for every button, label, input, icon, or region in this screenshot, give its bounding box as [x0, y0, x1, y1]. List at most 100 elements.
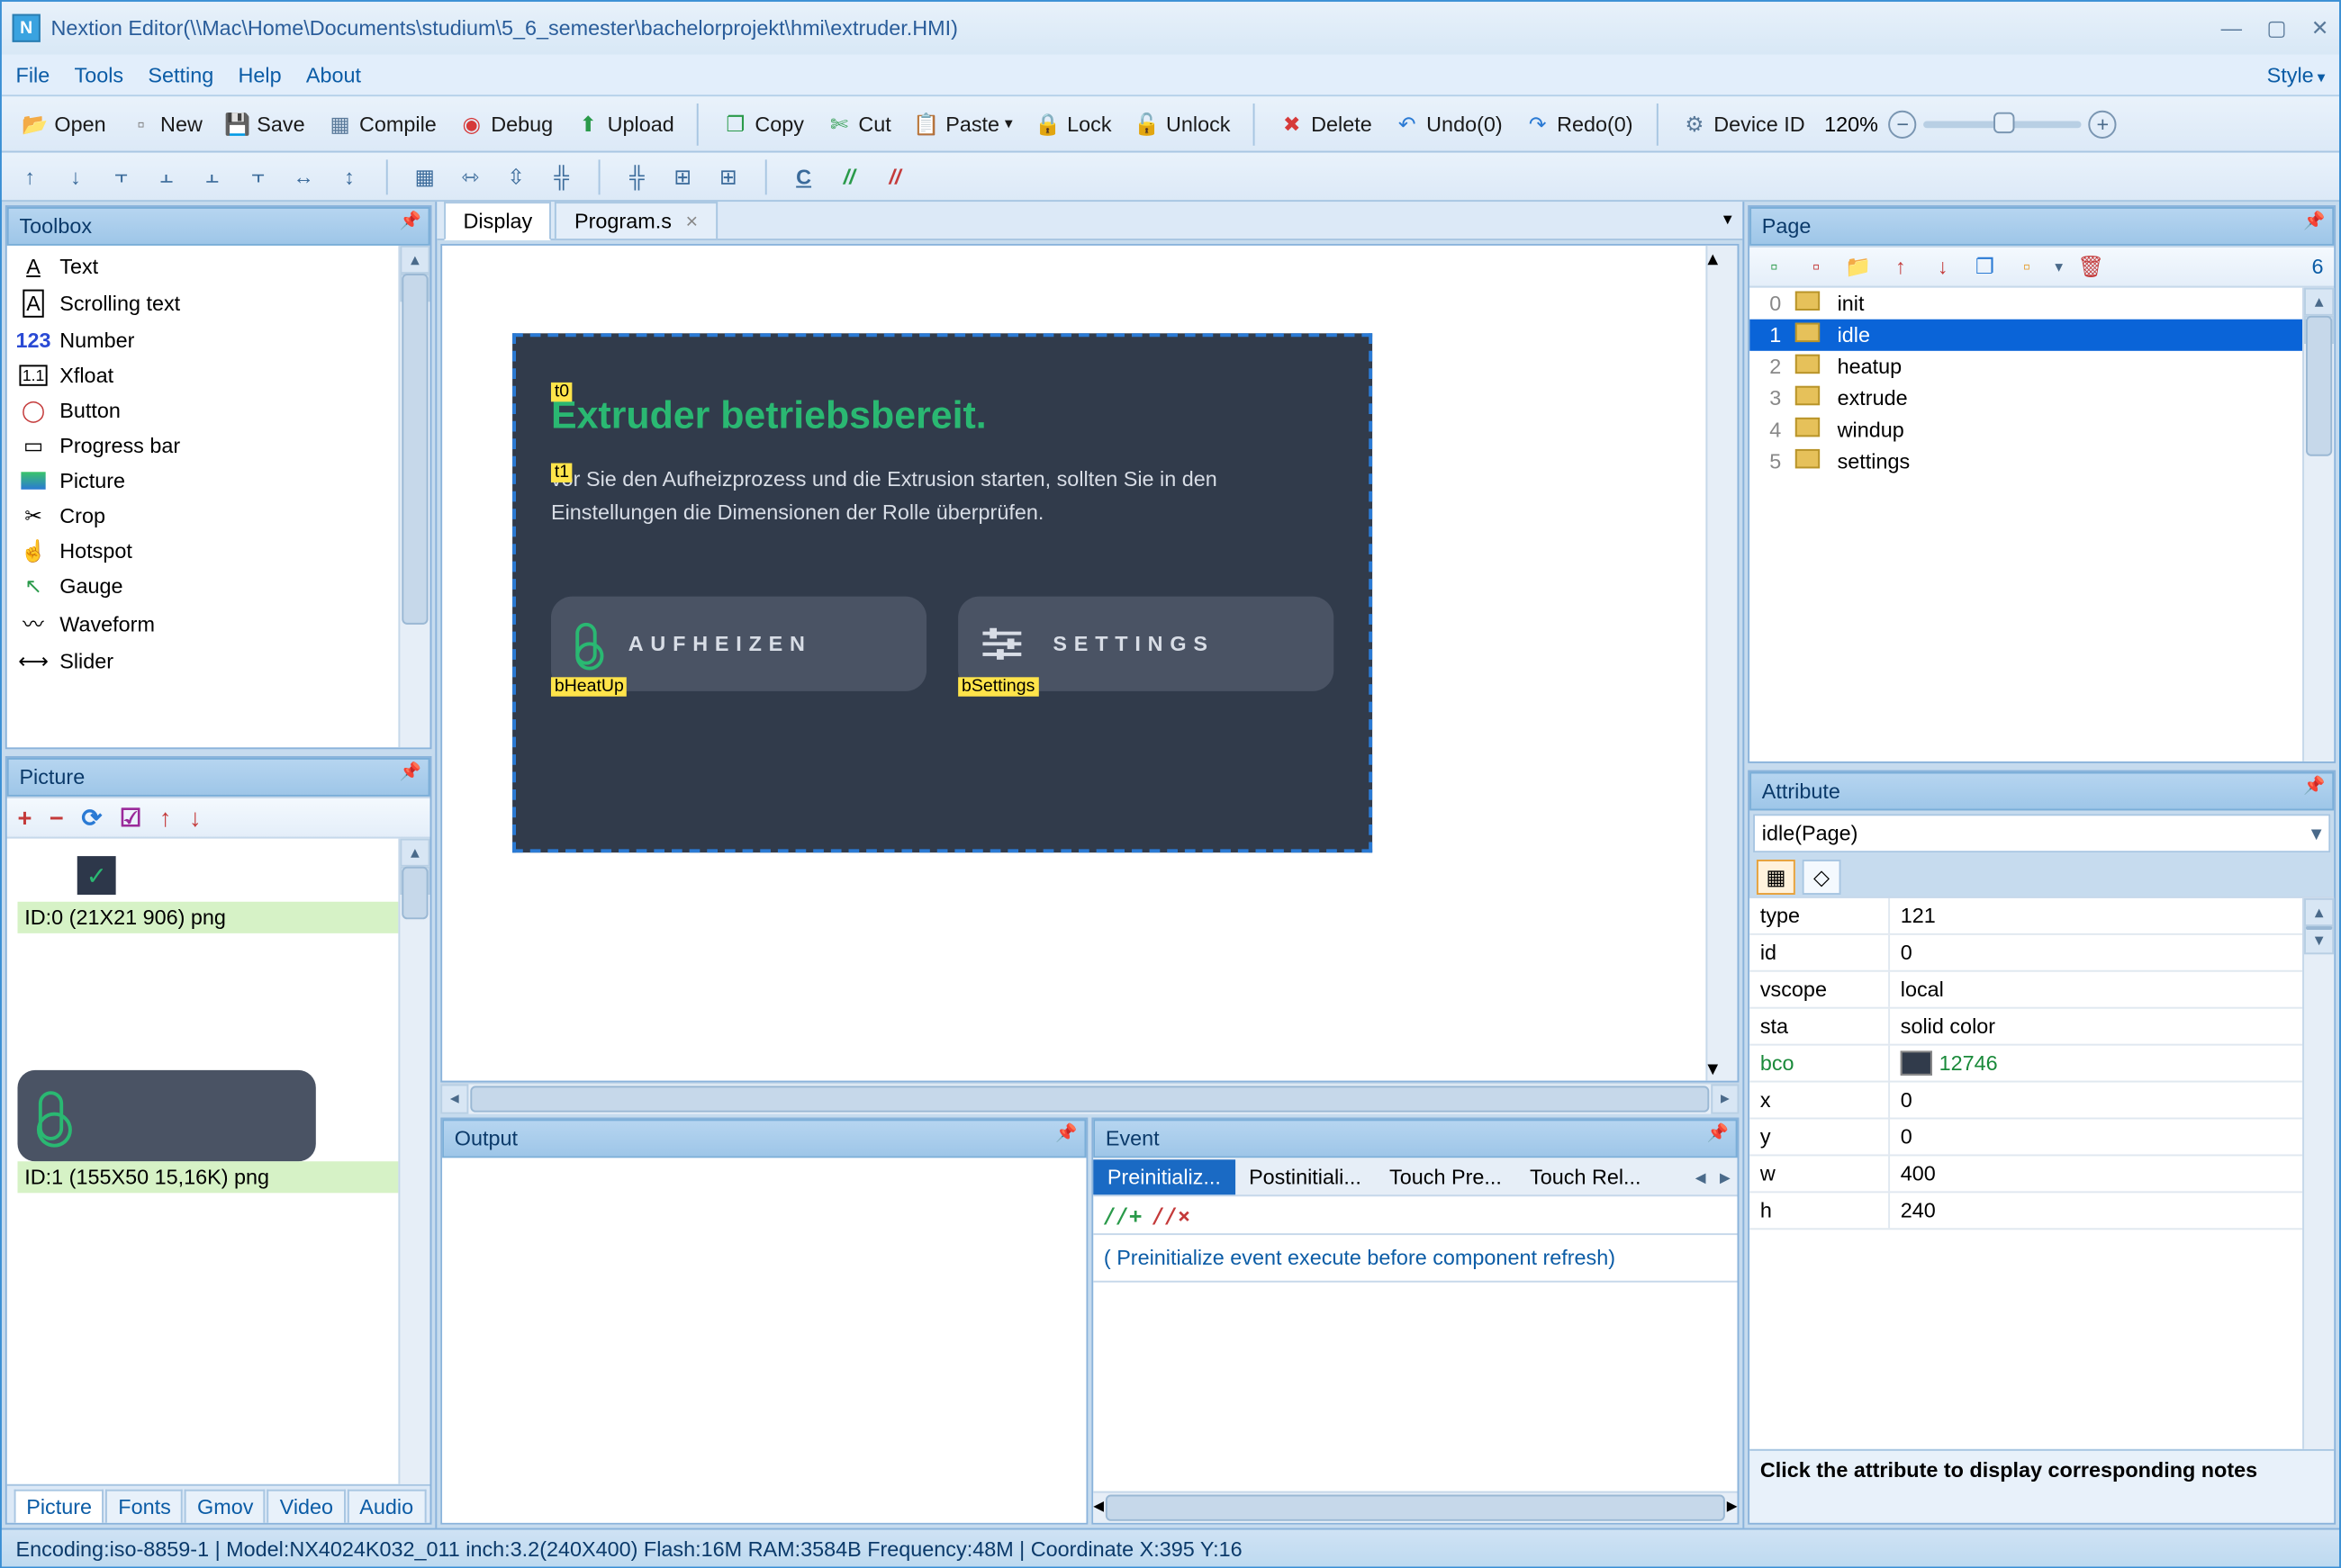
comment-remove-icon[interactable]: // [881, 162, 908, 190]
center-v-icon[interactable]: ╬ [623, 162, 651, 190]
tabs-dropdown-icon[interactable]: ▾ [1723, 211, 1732, 230]
remove-picture-button[interactable]: − [50, 804, 64, 832]
same-size-icon[interactable]: ▦ [411, 162, 438, 190]
canvas-title-text[interactable]: Extruder betriebsbereit. [551, 393, 1333, 439]
page-row[interactable]: 3extrude [1749, 383, 2302, 414]
align-bottom-icon[interactable]: ⫟ [244, 162, 272, 190]
event-tab[interactable]: Preinitializ... [1093, 1158, 1234, 1194]
attribute-tab-alphabetical[interactable]: ◇ [1803, 859, 1841, 894]
toolbox-item[interactable]: ▭Progress bar [7, 428, 399, 464]
attribute-row[interactable]: type121 [1749, 898, 2302, 935]
pin-icon[interactable]: 📌 [2303, 777, 2325, 796]
pin-icon[interactable]: 📌 [2303, 212, 2325, 231]
attribute-value[interactable]: 0 [1890, 1083, 2302, 1118]
menu-file[interactable]: File [16, 62, 50, 86]
toolbox-scrollbar[interactable]: ▴ ▾ [398, 246, 429, 747]
canvas-horizontal-scrollbar[interactable]: ◂▸ [440, 1083, 1739, 1114]
event-tab-left[interactable]: ◂ [1688, 1164, 1713, 1188]
event-horizontal-scrollbar[interactable]: ◂▸ [1093, 1491, 1737, 1523]
comment-remove-button[interactable]: //× [1152, 1203, 1190, 1227]
canvas-body-text[interactable]: vor Sie den Aufheizprozess und die Extru… [551, 464, 1288, 531]
toolbox-item[interactable]: AScrolling text [7, 284, 399, 323]
bring-up-icon[interactable]: ↑ [16, 162, 44, 190]
add-picture-button[interactable]: + [17, 804, 32, 832]
debug-button[interactable]: ◉Debug [448, 104, 561, 143]
new-button[interactable]: ▫New [118, 104, 211, 143]
align-right-icon[interactable]: ⫠ [153, 162, 181, 190]
delete-page-button[interactable]: ▫ [1803, 253, 1830, 281]
center-h-icon[interactable]: ╬ [547, 162, 575, 190]
picture-tab[interactable]: Gmov [185, 1490, 266, 1523]
open-button[interactable]: 📂Open [13, 104, 115, 143]
save-button[interactable]: 💾Save [215, 104, 314, 143]
pin-icon[interactable]: 📌 [399, 763, 420, 782]
attribute-row[interactable]: id0 [1749, 935, 2302, 972]
event-tab-right[interactable]: ▸ [1713, 1164, 1737, 1188]
menu-style[interactable]: Style [2267, 62, 2326, 86]
copy-page-button[interactable]: ❐ [1971, 253, 1999, 281]
event-code-area[interactable] [1093, 1283, 1737, 1491]
close-icon[interactable]: × [686, 209, 699, 233]
picture-item[interactable]: ✓ ID:0 (21X21 906) png [17, 849, 398, 933]
attribute-tab-categorized[interactable]: ▦ [1757, 859, 1795, 894]
code-c-icon[interactable]: C [790, 162, 818, 190]
minimize-button[interactable]: — [2221, 16, 2242, 41]
attribute-value[interactable]: 12746 [1890, 1046, 2302, 1081]
cut-button[interactable]: ✄Cut [817, 104, 900, 143]
attribute-row[interactable]: stasolid color [1749, 1009, 2302, 1046]
attribute-row[interactable]: y0 [1749, 1119, 2302, 1156]
distribute-h-icon[interactable]: ⇿ [456, 162, 484, 190]
delete-button[interactable]: ✖Delete [1269, 104, 1380, 143]
menu-setting[interactable]: Setting [148, 62, 213, 86]
picture-down-button[interactable]: ↓ [189, 804, 202, 832]
insert-page-button[interactable]: 📁 [1844, 253, 1872, 281]
attribute-value[interactable]: solid color [1890, 1009, 2302, 1044]
paste-page-button[interactable]: ▫ [2013, 253, 2041, 281]
toolbox-item[interactable]: AText [7, 249, 399, 284]
pin-icon[interactable]: 📌 [399, 212, 420, 231]
menu-tools[interactable]: Tools [75, 62, 124, 86]
same-width-icon[interactable]: ↔ [290, 162, 318, 190]
close-button[interactable]: ✕ [2311, 16, 2329, 41]
align-top-icon[interactable]: ⫠ [198, 162, 226, 190]
event-tab[interactable]: Touch Pre... [1375, 1158, 1515, 1194]
canvas-vertical-scrollbar[interactable]: ▴ ▾ [1705, 246, 1737, 1081]
lock-button[interactable]: 🔒Lock [1025, 104, 1120, 143]
attribute-row[interactable]: h240 [1749, 1193, 2302, 1230]
attribute-value[interactable]: 0 [1890, 1119, 2302, 1154]
pin-icon[interactable]: 📌 [1706, 1124, 1728, 1143]
picture-tab[interactable]: Picture [14, 1490, 104, 1523]
toolbox-item[interactable]: 〰Waveform [7, 603, 399, 644]
device-id-button[interactable]: ⚙Device ID [1671, 104, 1813, 143]
page-scrollbar[interactable]: ▴ ▾ [2302, 288, 2334, 761]
zoom-slider[interactable] [1924, 121, 2082, 128]
attribute-value[interactable]: 240 [1890, 1193, 2302, 1228]
trash-page-button[interactable]: 🗑 [2077, 253, 2105, 281]
tab-display[interactable]: Display [444, 202, 552, 240]
picture-tab[interactable]: Fonts [106, 1490, 184, 1523]
attribute-row[interactable]: w400 [1749, 1156, 2302, 1193]
event-tab[interactable]: Postinitiali... [1234, 1158, 1375, 1194]
page-row[interactable]: 5settings [1749, 446, 2302, 477]
maximize-button[interactable]: ▢ [2266, 16, 2286, 41]
device-screen[interactable]: t0 Extruder betriebsbereit. t1 vor Sie d… [512, 333, 1372, 852]
toolbox-item[interactable]: ↖Gauge [7, 568, 399, 603]
toolbox-item[interactable]: 1.1Xfloat [7, 358, 399, 393]
replace-picture-button[interactable]: ☑ [120, 803, 141, 833]
attribute-value[interactable]: 400 [1890, 1156, 2302, 1191]
menu-about[interactable]: About [306, 62, 361, 86]
group-h-icon[interactable]: ⊞ [669, 162, 697, 190]
picture-scrollbar[interactable]: ▴ ▾ [398, 839, 429, 1484]
redo-button[interactable]: ↷Redo(0) [1514, 104, 1641, 143]
page-row[interactable]: 2heatup [1749, 351, 2302, 383]
event-tab[interactable]: Touch Rel... [1515, 1158, 1655, 1194]
comment-add-button[interactable]: //+ [1104, 1203, 1142, 1227]
attribute-value[interactable]: 0 [1890, 935, 2302, 970]
toolbox-item[interactable]: ◯Button [7, 393, 399, 428]
attribute-value[interactable]: 121 [1890, 898, 2302, 933]
toolbox-item[interactable]: ⟷Slider [7, 644, 399, 679]
toolbox-item[interactable]: ✂Crop [7, 499, 399, 534]
add-page-button[interactable]: ▫ [1760, 253, 1788, 281]
menu-help[interactable]: Help [239, 62, 282, 86]
compile-button[interactable]: ▦Compile [317, 104, 445, 143]
